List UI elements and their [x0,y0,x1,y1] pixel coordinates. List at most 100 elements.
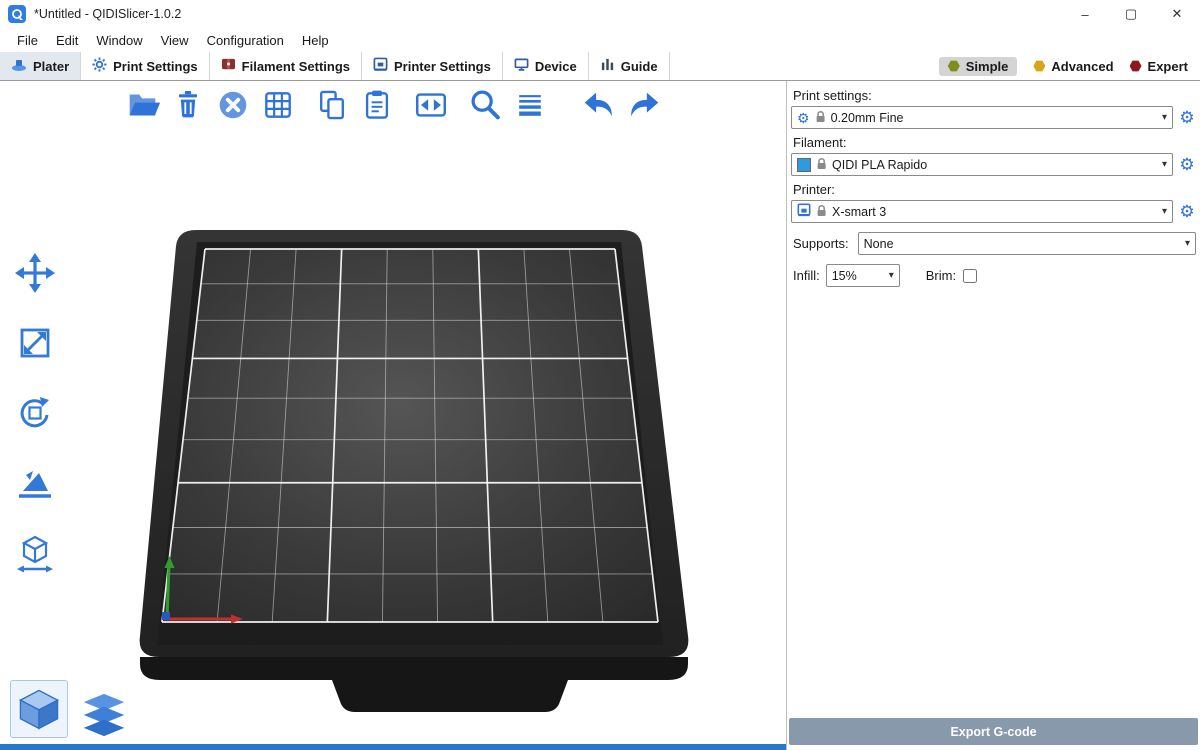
chevron-down-icon: ▾ [1162,160,1167,170]
supports-row: Supports: None ▾ [791,232,1196,255]
tab-printer-settings[interactable]: Printer Settings [362,52,503,80]
chevron-down-icon: ▾ [1162,207,1167,217]
printer-value: X-smart 3 [832,205,1157,219]
viewport-3d[interactable] [0,81,786,750]
simple-mode-icon [948,60,960,72]
window-title: *Untitled - QIDISlicer-1.0.2 [34,7,181,21]
rotate-tool-button[interactable] [12,390,58,436]
print-settings-combo[interactable]: ⚙ 0.20mm Fine ▾ [791,106,1173,129]
lock-icon [816,157,827,173]
move-tool-button[interactable] [12,250,58,296]
chevron-down-icon: ▾ [1185,239,1190,249]
delete-all-button[interactable] [213,85,253,125]
filament-combo[interactable]: QIDI PLA Rapido ▾ [791,153,1173,176]
filament-gear-button[interactable]: ⚙ [1178,156,1196,173]
tab-device[interactable]: Device [503,52,589,80]
search-button[interactable] [465,85,505,125]
scale-tool-button[interactable] [12,320,58,366]
printer-gear-button[interactable]: ⚙ [1178,203,1196,220]
delete-button[interactable] [168,85,208,125]
arrange-button[interactable] [258,85,298,125]
brim-label: Brim: [926,268,956,283]
print-settings-label: Print settings: [793,88,1196,103]
open-file-button[interactable] [123,85,163,125]
print-bed [100,212,700,722]
print-settings-value: 0.20mm Fine [831,111,1157,125]
paste-button[interactable] [357,85,397,125]
variable-layer-height-button[interactable] [510,85,550,125]
menu-file[interactable]: File [8,33,47,48]
expert-mode-icon [1130,60,1142,72]
split-button[interactable] [411,85,451,125]
window-controls: – ▢ ✕ [1062,0,1200,28]
printer-label: Printer: [793,182,1196,197]
mode-switcher: Simple Advanced Expert [939,52,1200,80]
sidebar: Print settings: ⚙ 0.20mm Fine ▾ ⚙ Filame… [786,81,1200,750]
lock-icon [815,110,826,126]
supports-combo[interactable]: None ▾ [858,232,1196,255]
mode-label: Expert [1148,59,1188,74]
gizmo-toolbar [12,250,58,576]
undo-button[interactable] [579,85,619,125]
titlebar: *Untitled - QIDISlicer-1.0.2 – ▢ ✕ [0,0,1200,28]
advanced-mode-icon [1033,60,1045,72]
tab-label: Printer Settings [394,59,491,74]
place-on-face-tool-button[interactable] [12,460,58,506]
minimize-button[interactable]: – [1062,0,1108,28]
menu-window[interactable]: Window [87,33,151,48]
printer-combo[interactable]: X-smart 3 ▾ [791,200,1173,223]
print-settings-icon [92,57,107,75]
infill-brim-row: Infill: 15% ▾ Brim: [791,264,1196,287]
chevron-down-icon: ▾ [1162,113,1167,123]
printer-icon [797,203,811,220]
print-settings-row: ⚙ 0.20mm Fine ▾ ⚙ [791,106,1196,129]
print-settings-gear-button[interactable]: ⚙ [1178,109,1196,126]
menubar: File Edit Window View Configuration Help [0,28,1200,52]
redo-button[interactable] [624,85,664,125]
printer-row: X-smart 3 ▾ ⚙ [791,200,1196,223]
tab-label: Guide [621,59,658,74]
app-logo-icon [8,5,26,23]
mode-simple[interactable]: Simple [939,57,1018,76]
menu-view[interactable]: View [152,33,198,48]
filament-label: Filament: [793,135,1196,150]
copy-button[interactable] [312,85,352,125]
plater-icon [11,57,27,76]
infill-value: 15% [832,269,884,283]
mode-expert[interactable]: Expert [1130,59,1188,74]
menu-edit[interactable]: Edit [47,33,87,48]
filament-settings-icon [221,57,236,75]
view-layers-button[interactable] [80,692,128,738]
measure-tool-button[interactable] [12,530,58,576]
mode-advanced[interactable]: Advanced [1033,59,1113,74]
device-icon [514,57,529,75]
supports-value: None [864,237,1180,251]
brim-checkbox[interactable] [963,269,977,283]
view-3d-button[interactable] [10,680,68,738]
chevron-down-icon: ▾ [889,271,894,281]
preset-gear-icon: ⚙ [797,111,810,125]
guide-icon [600,57,615,75]
view-mode-buttons [10,680,128,738]
menu-configuration[interactable]: Configuration [198,33,293,48]
infill-label: Infill: [793,268,820,283]
filament-row: QIDI PLA Rapido ▾ ⚙ [791,153,1196,176]
tab-plater[interactable]: Plater [0,52,81,80]
tab-guide[interactable]: Guide [589,52,670,80]
tab-print-settings[interactable]: Print Settings [81,52,210,80]
menu-help[interactable]: Help [293,33,338,48]
infill-combo[interactable]: 15% ▾ [826,264,900,287]
tab-label: Print Settings [113,59,198,74]
mode-label: Advanced [1051,59,1113,74]
close-button[interactable]: ✕ [1154,0,1200,28]
viewport-bottom-strip [0,744,786,750]
tab-filament-settings[interactable]: Filament Settings [210,52,362,80]
tab-label: Filament Settings [242,59,350,74]
mode-label: Simple [966,59,1009,74]
plater-toolbar [0,85,786,125]
export-gcode-button[interactable]: Export G-code [789,718,1198,745]
tabbar: Plater Print Settings Filament Settings … [0,52,1200,81]
supports-label: Supports: [793,236,849,251]
printer-settings-icon [373,57,388,75]
maximize-button[interactable]: ▢ [1108,0,1154,28]
